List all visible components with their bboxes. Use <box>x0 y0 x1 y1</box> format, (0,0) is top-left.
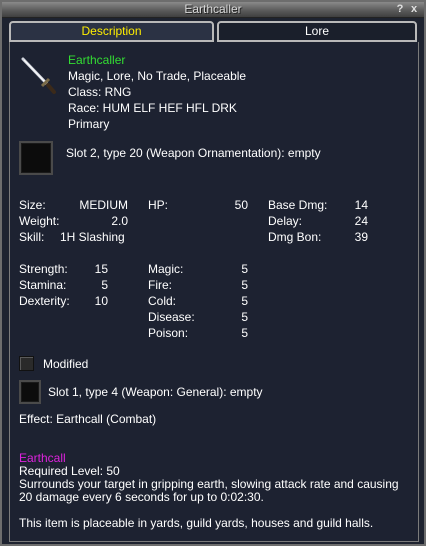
size-value: MEDIUM <box>79 198 128 212</box>
disease-label: Disease: <box>148 310 195 324</box>
dexterity-value: 10 <box>94 294 108 308</box>
magic-label: Magic: <box>148 262 184 276</box>
sword-icon <box>21 57 56 94</box>
item-race: Race: HUM ELF HEF HFL DRK <box>68 101 237 115</box>
dmg-bon-value: 39 <box>354 230 368 244</box>
augment-slot-2-box[interactable] <box>19 141 53 175</box>
item-slot: Primary <box>68 117 110 131</box>
strength-label: Strength: <box>19 262 68 276</box>
fire-label: Fire: <box>148 278 172 292</box>
item-name: Earthcaller <box>68 53 126 67</box>
magic-value: 5 <box>241 262 248 276</box>
window-title: Earthcaller <box>184 2 242 16</box>
item-flags: Magic, Lore, No Trade, Placeable <box>68 69 247 83</box>
tab-description[interactable]: Description <box>9 21 214 42</box>
strength-value: 15 <box>94 262 108 276</box>
disease-value: 5 <box>241 310 248 324</box>
base-dmg-value: 14 <box>354 198 368 212</box>
effect-text: Effect: Earthcall (Combat) <box>19 412 157 426</box>
size-label: Size: <box>19 198 46 212</box>
dmg-bon-label: Dmg Bon: <box>268 230 322 244</box>
placeable-note: This item is placeable in yards, guild y… <box>19 516 374 530</box>
title-bar[interactable]: Earthcaller ? x <box>2 2 424 18</box>
delay-value: 24 <box>354 214 368 228</box>
augment-slot-2-text: Slot 2, type 20 (Weapon Ornamentation): … <box>66 146 321 160</box>
skill-value: 1H Slashing <box>60 230 125 244</box>
weight-label: Weight: <box>19 214 60 228</box>
close-button[interactable]: x <box>408 3 420 15</box>
stamina-value: 5 <box>101 278 108 292</box>
tab-lore[interactable]: Lore <box>217 21 417 42</box>
augment-slot-1-box[interactable] <box>19 380 41 404</box>
dexterity-label: Dexterity: <box>19 294 70 308</box>
stamina-label: Stamina: <box>19 278 67 292</box>
help-button[interactable]: ? <box>394 3 406 15</box>
spell-description-line-2: 20 damage every 6 seconds for up to 0:02… <box>19 490 264 504</box>
base-dmg-label: Base Dmg: <box>268 198 328 212</box>
weight-value: 2.0 <box>111 214 128 228</box>
modified-label: Modified <box>43 357 89 371</box>
poison-label: Poison: <box>148 326 189 340</box>
hp-label: HP: <box>148 198 169 212</box>
item-class: Class: RNG <box>68 85 132 99</box>
cold-label: Cold: <box>148 294 177 308</box>
hp-value: 50 <box>234 198 248 212</box>
skill-label: Skill: <box>19 230 45 244</box>
cold-value: 5 <box>241 294 248 308</box>
fire-value: 5 <box>241 278 248 292</box>
delay-label: Delay: <box>268 214 303 228</box>
augment-slot-1-text: Slot 1, type 4 (Weapon: General): empty <box>48 385 263 399</box>
modified-checkbox[interactable] <box>19 356 34 371</box>
poison-value: 5 <box>241 326 248 340</box>
